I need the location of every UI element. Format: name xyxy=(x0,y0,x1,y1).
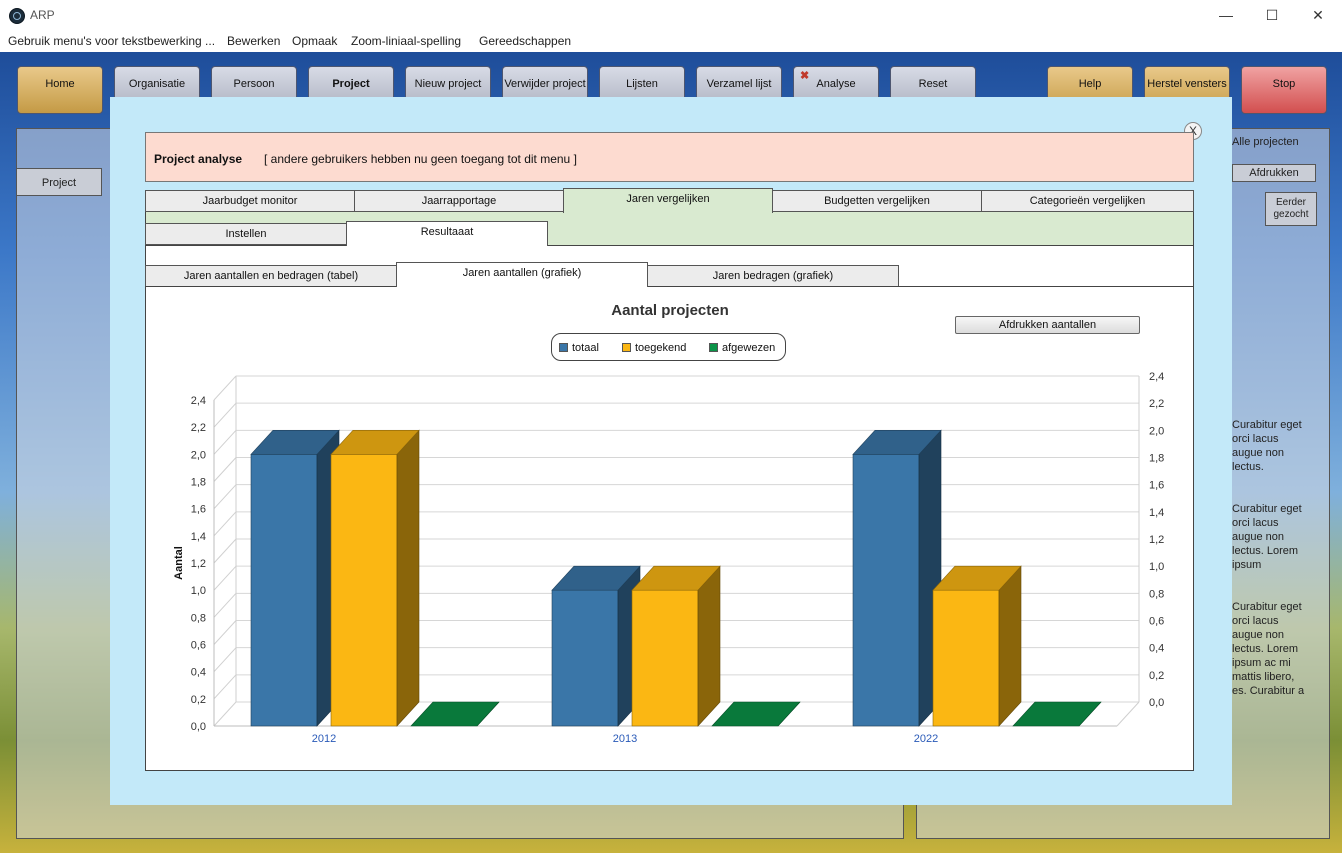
close-window-button[interactable]: ✕ xyxy=(1298,4,1338,26)
persoon-label: Persoon xyxy=(233,78,275,90)
bg-text-block-3: Curabitur eget orci lacus augue non lect… xyxy=(1232,601,1305,697)
analyse-x-icon: ✖ xyxy=(800,70,810,82)
home-label: Home xyxy=(45,78,75,90)
menu-opmaak[interactable]: Opmaak xyxy=(292,34,337,48)
divider xyxy=(145,286,396,287)
organisatie-label: Organisatie xyxy=(128,78,186,90)
bg-alle-projecten: Alle projecten xyxy=(1232,136,1299,148)
dialog-header: Project analyse [ andere gebruikers hebb… xyxy=(145,132,1194,182)
tab-jaren-bedragen-grafiek[interactable]: Jaren bedragen (grafiek) xyxy=(647,265,899,287)
tab-instellen[interactable]: Instellen xyxy=(145,223,347,245)
menu-gereedschappen[interactable]: Gereedschappen xyxy=(479,34,571,48)
lijsten-label: Lijsten xyxy=(626,78,658,90)
chart-legend: totaal toegekend afgewezen xyxy=(551,333,786,361)
window-title: ARP xyxy=(30,8,55,22)
app-logo-icon xyxy=(9,8,25,24)
tab-jaren-vergelijken[interactable]: Jaren vergelijken xyxy=(563,188,773,213)
legend-label: afgewezen xyxy=(722,342,776,354)
reset-label: Reset xyxy=(918,78,948,90)
menu-bar: Gebruik menu's voor tekstbewerking ... B… xyxy=(0,30,1342,53)
dialog-subtitle: [ andere gebruikers hebben nu geen toega… xyxy=(264,152,577,166)
herstel-label: Herstel vensters xyxy=(1147,78,1227,90)
bg-text-block-2: Curabitur eget orci lacus augue non lect… xyxy=(1232,503,1302,571)
menu-zoom[interactable]: Zoom-liniaal-spelling xyxy=(351,34,461,48)
tab-resultaat[interactable]: Resultaaat xyxy=(346,221,548,246)
home-button[interactable]: Home xyxy=(17,66,103,114)
tab-jaren-aantallen-grafiek[interactable]: Jaren aantallen (grafiek) xyxy=(396,262,648,287)
tab-categorieen-vergelijken[interactable]: Categorieën vergelijken xyxy=(981,190,1194,212)
stop-label: Stop xyxy=(1272,78,1296,90)
tab-jaarrapportage[interactable]: Jaarrapportage xyxy=(354,190,564,212)
dialog-title: Project analyse xyxy=(154,152,243,166)
legend-label: toegekend xyxy=(635,342,687,354)
help-label: Help xyxy=(1078,78,1102,90)
bg-project-tab-label: Project xyxy=(41,177,77,189)
menu-tekstbewerking[interactable]: Gebruik menu's voor tekstbewerking ... xyxy=(8,34,215,48)
legend-swatch xyxy=(559,343,568,352)
chart-title: Aantal projecten xyxy=(611,302,729,319)
tab-jaren-tabel[interactable]: Jaren aantallen en bedragen (tabel) xyxy=(145,265,397,287)
divider xyxy=(145,245,346,246)
legend-item-afgewezen: afgewezen xyxy=(709,342,775,354)
divider xyxy=(548,245,1194,246)
title-bar: ARP — ☐ ✕ xyxy=(0,0,1342,30)
verwijder-label: Verwijder project xyxy=(504,78,586,90)
verzamel-label: Verzamel lijst xyxy=(706,78,772,90)
bg-afdrukken-button[interactable]: Afdrukken xyxy=(1232,164,1316,182)
project-label: Project xyxy=(332,78,370,90)
legend-item-toegekend: toegekend xyxy=(622,342,686,354)
nieuw-label: Nieuw project xyxy=(414,78,482,90)
bg-project-tab[interactable]: Project xyxy=(16,168,102,196)
legend-swatch xyxy=(709,343,718,352)
menu-bewerken[interactable]: Bewerken xyxy=(227,34,280,48)
maximize-button[interactable]: ☐ xyxy=(1252,4,1292,26)
legend-item-totaal: totaal xyxy=(559,342,599,354)
divider xyxy=(648,286,1194,287)
minimize-button[interactable]: — xyxy=(1206,4,1246,26)
bg-eerder-gezocht-button[interactable]: Eerder gezocht xyxy=(1265,192,1317,226)
analyse-label: Analyse xyxy=(816,78,856,90)
legend-swatch xyxy=(622,343,631,352)
tab-budgetten-vergelijken[interactable]: Budgetten vergelijken xyxy=(772,190,982,212)
afdrukken-aantallen-button[interactable]: Afdrukken aantallen xyxy=(955,316,1140,334)
tab-jaarbudget-monitor[interactable]: Jaarbudget monitor xyxy=(145,190,355,212)
stop-button[interactable]: Stop xyxy=(1241,66,1327,114)
bg-text-block-1: Curabitur eget orci lacus augue non lect… xyxy=(1232,419,1302,473)
legend-label: totaal xyxy=(572,342,599,354)
